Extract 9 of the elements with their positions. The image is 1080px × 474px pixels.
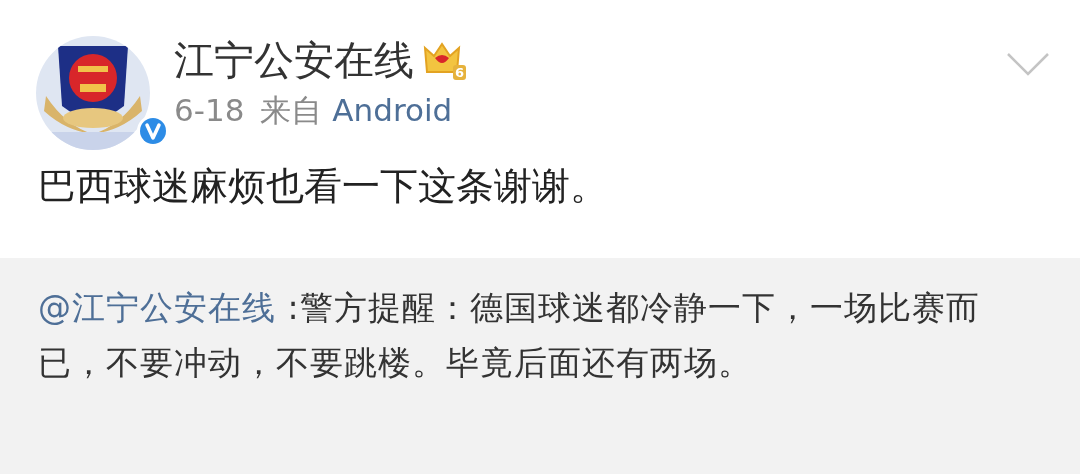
source-link[interactable]: Android xyxy=(332,92,453,130)
author-name[interactable]: 江宁公安在线 xyxy=(174,36,414,84)
level-number: 6 xyxy=(452,65,466,80)
expand-icon[interactable] xyxy=(1006,52,1050,78)
post-date: 6-18 xyxy=(174,92,245,130)
post-text: 巴西球迷麻烦也看一下这条谢谢。 xyxy=(37,163,609,210)
repost-text: @江宁公安在线 :警方提醒：德国球迷都冷静一下，一场比赛而已，不要冲动，不要跳楼。毕竟后面还有两场。 xyxy=(38,287,981,384)
source-label: 来自 xyxy=(260,92,323,130)
author-link[interactable]: @江宁公安在线 xyxy=(38,288,276,327)
